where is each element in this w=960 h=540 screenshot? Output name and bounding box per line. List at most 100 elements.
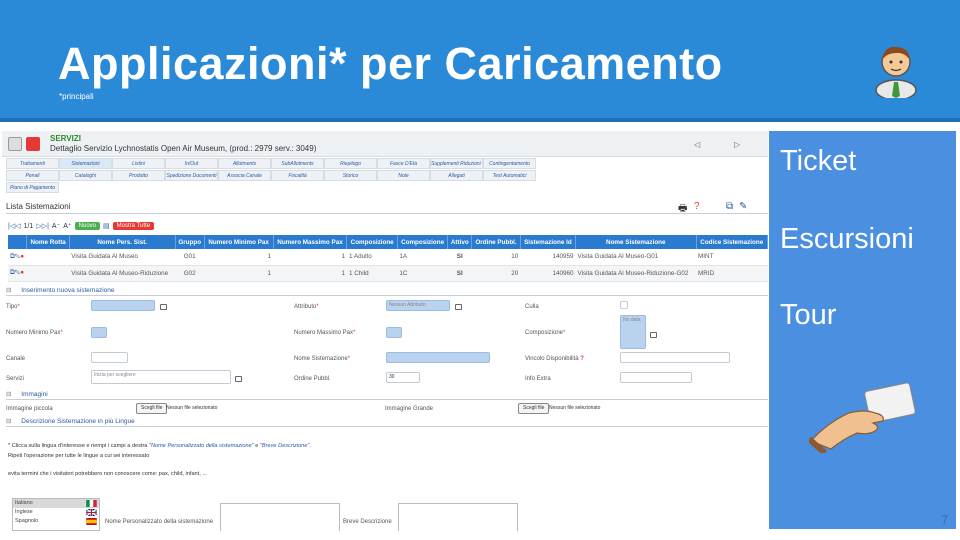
collapse-icon[interactable]: ⊟ — [6, 418, 11, 425]
info-extra-input[interactable] — [620, 372, 692, 383]
side-item-tour: Tour — [780, 299, 837, 331]
italy-flag-icon — [86, 500, 97, 507]
external-link-icon[interactable]: ⧉ — [726, 201, 733, 212]
column-header[interactable]: Nome Pers. Sist. — [69, 235, 176, 249]
culla-label: Culla — [525, 304, 539, 310]
column-header[interactable]: Nome Rotta — [26, 235, 70, 249]
table-cell: 140960 — [520, 265, 576, 282]
table-cell: MRID — [696, 265, 768, 282]
edit-icon[interactable]: ✎ — [739, 201, 747, 212]
table-row[interactable]: ⧉✎● Visita Guidata Al Museo-Riduzione G02 1… — [8, 265, 768, 282]
language-item-inglese[interactable]: Inglese — [13, 508, 99, 517]
first-page-icon[interactable]: |◁◁ — [8, 222, 21, 230]
table-cell: 1A — [397, 249, 448, 266]
tab-allotments[interactable]: Allotments — [218, 158, 271, 169]
page-number: 7 — [941, 513, 948, 527]
table-cell: 1 — [273, 249, 347, 266]
short-desc-textarea[interactable] — [398, 503, 518, 531]
insert-section-header[interactable]: ⊟ Inserimento nuova sistemazione — [6, 286, 768, 296]
export-icon[interactable]: ▤ — [103, 222, 110, 230]
tab-listini[interactable]: Listini — [112, 158, 165, 169]
servizi-input[interactable]: Inizia per scegliere — [91, 370, 231, 384]
custom-name-textarea[interactable] — [220, 503, 340, 531]
show-all-button[interactable]: Mostra Tutte — [112, 222, 154, 230]
font-smaller-icon[interactable]: A⁻ — [52, 222, 60, 230]
collapse-icon[interactable]: ⊟ — [6, 287, 11, 294]
column-header[interactable]: Gruppo — [175, 235, 205, 249]
choose-file-button[interactable]: Scegli file — [136, 403, 168, 414]
help-icon[interactable]: ? — [694, 201, 700, 212]
table-cell: 1 Adulto — [346, 249, 398, 266]
nome-sistemazione-input[interactable] — [386, 352, 490, 363]
column-header[interactable]: Nome Sistemazione — [575, 235, 697, 249]
column-header[interactable]: Attivo — [447, 235, 473, 249]
tab-spedizione-documenti[interactable]: Spedizione Documenti — [165, 170, 218, 181]
tab-sistemazioni[interactable]: Sistemazioni — [59, 158, 112, 169]
images-section-title: Immagini — [21, 391, 48, 398]
table-row[interactable]: ⧉✎● Visita Guidata Al Museo G01 1 1 1 Adulto 1… — [8, 249, 768, 266]
tab-piano-di-pagamento[interactable]: Piano di Pagamento — [6, 182, 59, 193]
exit-icon[interactable] — [8, 137, 22, 151]
tab-supplementi-riduzioni-e-offerte[interactable]: Supplementi Riduzioni e Offerte — [430, 158, 483, 169]
choose-file-button[interactable]: Scegli file — [518, 403, 550, 414]
last-page-icon[interactable]: ▷▷| — [36, 222, 49, 230]
lang-section-header[interactable]: ⊟ Descrizione Sistemazione in più Lingue — [6, 417, 768, 427]
column-header[interactable]: Ordine Pubbl. — [471, 235, 521, 249]
composizione-list[interactable]: No data — [620, 315, 646, 349]
font-larger-icon[interactable]: A⁺ — [63, 222, 71, 230]
tab-test-automatici[interactable]: Test Automatici — [483, 170, 536, 181]
pager: 1/1 — [23, 222, 34, 230]
table-cell: Visita Guidata Al Museo-G01 — [575, 249, 697, 266]
large-image-label: Immagine Grande — [385, 406, 434, 412]
tab-fiscalit-[interactable]: Fiscalità — [271, 170, 324, 181]
tipo-select[interactable] — [91, 300, 155, 311]
column-header[interactable]: Composizione — [346, 235, 398, 249]
max-pax-input[interactable] — [386, 327, 402, 338]
calendar-icon[interactable] — [455, 304, 462, 310]
column-header[interactable]: Numero Minimo Pax — [204, 235, 274, 249]
tab-allegati[interactable]: Allegati — [430, 170, 483, 181]
tab-prodotto[interactable]: Prodotto — [112, 170, 165, 181]
vincolo-select[interactable] — [620, 352, 730, 363]
column-header[interactable]: Composizione — [397, 235, 449, 249]
print-icon[interactable]: 🖶 — [678, 201, 687, 218]
tab-trattamenti[interactable]: Trattamenti — [6, 158, 59, 169]
pdf-icon[interactable] — [26, 137, 40, 151]
min-pax-input[interactable] — [91, 327, 107, 338]
calendar-icon[interactable] — [650, 332, 657, 338]
tab-fasce-d-et-[interactable]: Fasce D'Età — [377, 158, 430, 169]
canale-select[interactable] — [91, 352, 128, 363]
table-cell: Visita Guidata Al Museo-Riduzione — [69, 265, 176, 282]
language-item-spagnolo[interactable]: Spagnolo — [13, 517, 99, 526]
tab-penali[interactable]: Penali — [6, 170, 59, 181]
table-cell: 1 Child — [346, 265, 398, 282]
culla-checkbox[interactable] — [620, 301, 628, 309]
collapse-icon[interactable]: ⊟ — [6, 391, 11, 398]
column-header[interactable]: Codice Sistemazione — [696, 235, 768, 249]
table-header-row: Nome Rotta Nome Pers. Sist. Gruppo Numero M… — [8, 235, 768, 249]
tab-associa-canale[interactable]: Associa Canale — [218, 170, 271, 181]
tab-storico[interactable]: Storico — [324, 170, 377, 181]
vincolo-label: Vincolo Disponibilità ? — [525, 356, 584, 362]
attributo-select[interactable]: Nessun Attributo — [386, 300, 450, 311]
ordine-input[interactable]: 30 — [386, 372, 420, 383]
calendar-icon[interactable] — [235, 376, 242, 382]
delete-icon[interactable]: ● — [20, 269, 24, 276]
images-section-header[interactable]: ⊟ Immagini — [6, 390, 768, 400]
column-header[interactable]: Numero Massimo Pax — [273, 235, 348, 249]
column-header[interactable]: Sistemazione Id — [520, 235, 577, 249]
calendar-icon[interactable] — [160, 304, 167, 310]
tab-suballotments[interactable]: SubAllotments — [271, 158, 324, 169]
prev-arrow-icon[interactable]: ◁ — [694, 140, 700, 149]
language-item-italiano[interactable]: Italiano — [13, 499, 99, 508]
tab-contingentamento[interactable]: Contingentamento — [483, 158, 536, 169]
custom-name-label: Nome Personalizzato della sistemazione — [105, 519, 214, 525]
next-arrow-icon[interactable]: ▷ — [734, 140, 740, 149]
tab-cataloghi[interactable]: Cataloghi — [59, 170, 112, 181]
delete-icon[interactable]: ● — [20, 253, 24, 260]
tab-riepilogo[interactable]: Riepilogo — [324, 158, 377, 169]
tab-note[interactable]: Note — [377, 170, 430, 181]
column-header[interactable] — [8, 235, 28, 249]
new-button[interactable]: Nuovo — [74, 222, 101, 230]
tab-in-out[interactable]: In/Out — [165, 158, 218, 169]
